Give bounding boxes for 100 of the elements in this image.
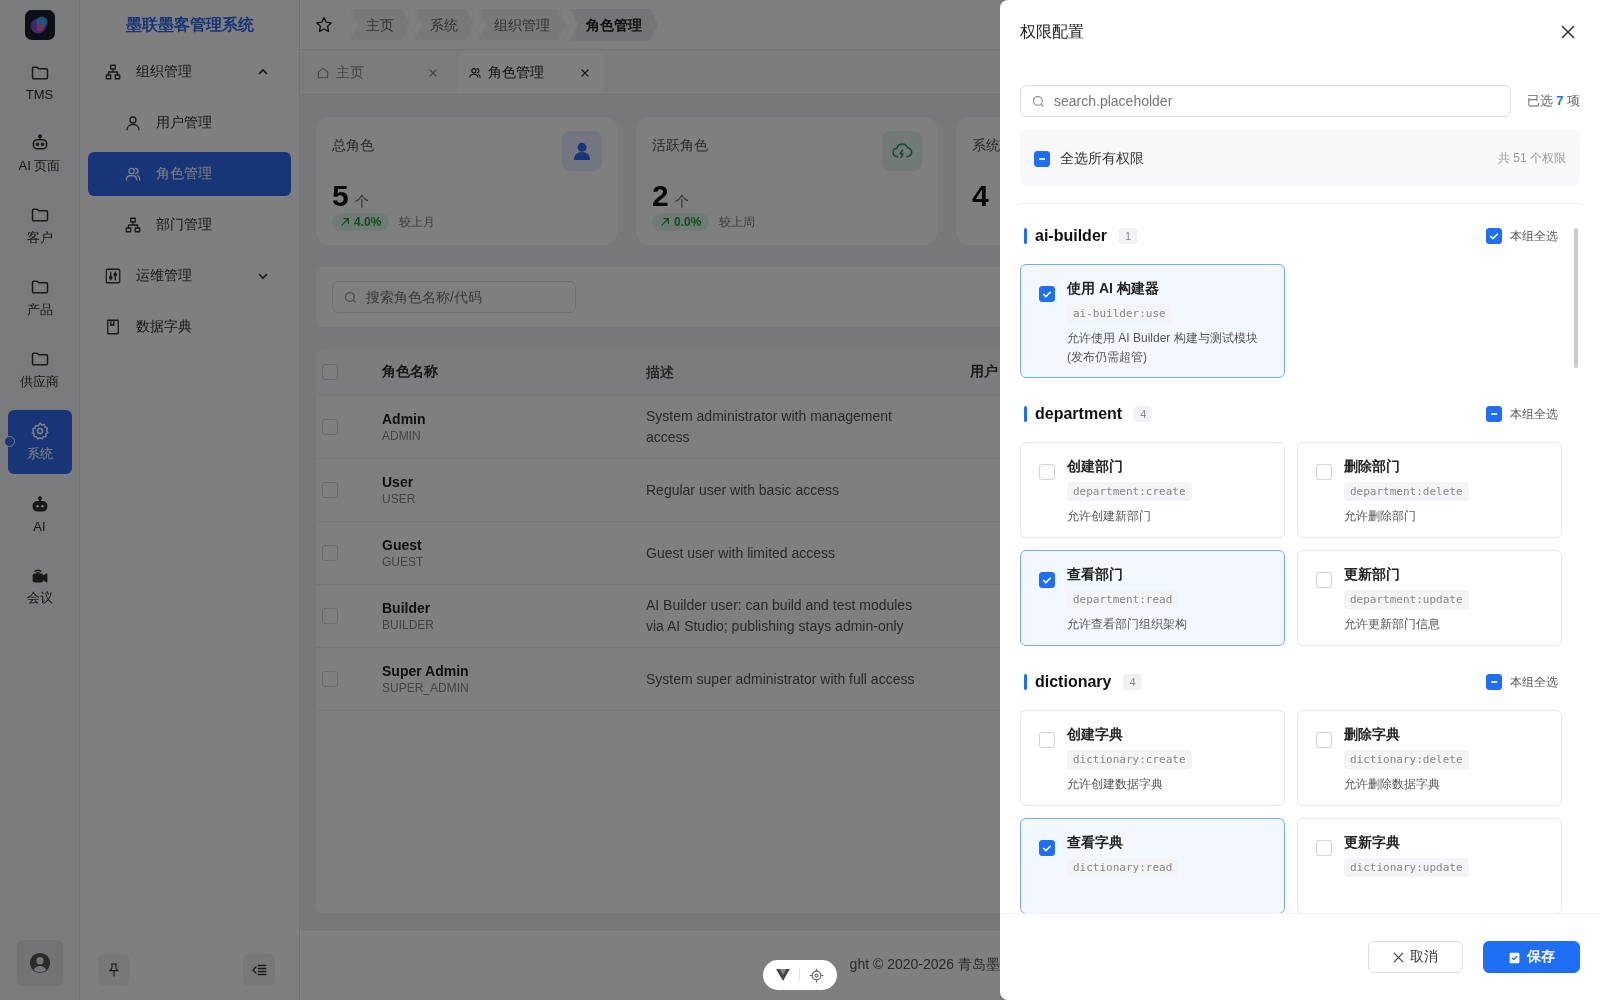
copyright-text: ght © 2020-2026 青岛墨 [849, 956, 1000, 974]
breadcrumb-item[interactable]: 角色管理 [570, 8, 658, 41]
app-title: 墨联墨客管理系统 [124, 15, 255, 35]
stat-value: 4 [972, 179, 989, 213]
column-header: 描述 [646, 363, 674, 380]
permission-title: 删除字典 [1344, 725, 1401, 744]
menu-item[interactable]: 数据字典 [88, 305, 291, 349]
org-chart-icon [104, 63, 122, 81]
devtools-pill[interactable] [763, 960, 837, 990]
user-icon [124, 114, 142, 132]
permission-code: department:create [1067, 482, 1192, 501]
cancel-button[interactable]: 取消 [1368, 941, 1463, 973]
menu-item[interactable]: 用户管理 [88, 101, 291, 145]
breadcrumb-item[interactable]: 系统 [414, 8, 474, 41]
page-tab[interactable]: 角色管理 [458, 52, 604, 94]
chevron-down-icon [257, 270, 269, 282]
total-count: 共 51 个权限 [1498, 150, 1566, 167]
checkbox[interactable] [1039, 840, 1055, 856]
checkbox[interactable] [1039, 286, 1055, 302]
permission-card[interactable]: 创建部门 department:create 允许创建新部门 [1020, 442, 1285, 538]
permission-description: 允许创建数据字典 [1067, 776, 1164, 793]
count-badge: 1 [1119, 228, 1138, 244]
permission-description: 允许创建新部门 [1067, 508, 1152, 525]
settings-icon [29, 421, 50, 441]
count-badge: 4 [1134, 406, 1153, 422]
sliders-icon [104, 267, 122, 285]
pin-button[interactable] [98, 954, 130, 986]
rail-item[interactable]: AI [7, 482, 72, 546]
role-description: AI Builder user: can build and test modules via AI Studio; publishing stays admin-only [646, 597, 913, 634]
avatar-icon [28, 952, 51, 974]
breadcrumb-item[interactable]: 组织管理 [478, 8, 566, 41]
scrollbar-thumb[interactable] [1574, 228, 1578, 368]
role-name: User [382, 474, 415, 490]
role-description: System administrator with management access [646, 408, 892, 445]
users-icon [468, 66, 482, 80]
permission-title: 查看字典 [1067, 833, 1124, 852]
checkbox[interactable] [1039, 572, 1055, 588]
permission-description: 允许使用 AI Builder 构建与测试模块(发布仍需超管) [1067, 330, 1259, 366]
permission-description: 允许删除部门 [1344, 508, 1417, 525]
role-code: ADMIN [382, 429, 422, 443]
role-code: BUILDER [382, 618, 435, 632]
stat-title: 系统 [972, 137, 1000, 155]
permission-code: ai-builder:use [1067, 304, 1172, 323]
permission-title: 查看部门 [1067, 565, 1124, 584]
count-badge: 4 [1123, 674, 1142, 690]
permission-code: dictionary:update [1344, 858, 1469, 877]
book-icon [104, 318, 122, 336]
menu-item[interactable]: 组织管理 [88, 50, 291, 94]
close-icon[interactable] [1560, 24, 1576, 40]
role-name: Admin [382, 411, 427, 427]
permission-title: 创建字典 [1067, 725, 1124, 744]
rail-item[interactable]: AI 页面 [7, 122, 72, 186]
search-field[interactable]: 搜索角色名称/代码 [332, 281, 576, 313]
search-field[interactable]: search.placeholder [1020, 85, 1511, 117]
permission-code: department:update [1344, 590, 1469, 609]
breadcrumb-item[interactable]: 主页 [350, 8, 410, 41]
permission-card[interactable]: 删除字典 dictionary:delete 允许删除数据字典 [1297, 710, 1562, 806]
app-logo [24, 10, 55, 40]
permission-description: 允许查看部门组织架构 [1067, 616, 1188, 633]
rail-item[interactable]: 系统 [7, 410, 72, 474]
rail-item[interactable]: 客户 [7, 194, 72, 258]
collapse-button[interactable] [243, 954, 275, 986]
permission-code: department:read [1067, 590, 1179, 609]
avatar-button[interactable] [16, 940, 63, 986]
trend-up-icon [340, 217, 350, 227]
permission-card[interactable]: 查看字典 dictionary:read [1020, 818, 1285, 913]
rail-item[interactable]: TMS [7, 50, 72, 114]
star-icon[interactable] [314, 14, 334, 35]
permission-description: 允许删除数据字典 [1344, 776, 1441, 793]
permission-code: dictionary:create [1067, 750, 1192, 769]
role-description: System super administrator with full access [646, 670, 915, 687]
permission-title: 使用 AI 构建器 [1067, 279, 1160, 298]
triangle-icon[interactable] [775, 969, 790, 981]
group-marker [1024, 674, 1027, 690]
permission-card[interactable]: 更新部门 department:update 允许更新部门信息 [1297, 550, 1562, 646]
save-button[interactable]: 保存 [1483, 941, 1580, 973]
column-header: 用户 [970, 363, 998, 379]
users-icon [124, 165, 142, 183]
permission-card[interactable]: 创建字典 dictionary:create 允许创建数据字典 [1020, 710, 1285, 806]
menu-item[interactable]: 运维管理 [88, 254, 291, 298]
permission-card[interactable]: 删除部门 department:delete 允许删除部门 [1297, 442, 1562, 538]
role-description: Regular user with basic access [646, 481, 839, 498]
permission-card[interactable]: 使用 AI 构建器 ai-builder:use 允许使用 AI Builder 构建与测试模块(发布仍需超管) [1020, 264, 1285, 378]
menu-item[interactable]: 部门管理 [88, 203, 291, 247]
person-icon [571, 140, 593, 162]
stat-value: 2 [652, 179, 669, 213]
permission-card[interactable]: 查看部门 department:read 允许查看部门组织架构 [1020, 550, 1285, 646]
change-badge: 4.0% [332, 213, 390, 231]
permission-code: department:delete [1344, 482, 1469, 501]
permission-title: 删除部门 [1344, 457, 1401, 476]
rail-item[interactable]: 供应商 [7, 338, 72, 402]
stat-title: 活跃角色 [652, 137, 708, 155]
permission-description: 允许更新部门信息 [1344, 616, 1441, 633]
rail-item[interactable]: 会议 [7, 554, 72, 618]
permission-title: 更新部门 [1344, 565, 1401, 584]
target-icon[interactable] [809, 967, 825, 983]
group-name: dictionary [1035, 673, 1112, 691]
role-description: Guest user with limited access [646, 544, 836, 561]
menu-item[interactable]: 角色管理 [88, 152, 291, 196]
rail-item[interactable]: 产品 [7, 266, 72, 330]
